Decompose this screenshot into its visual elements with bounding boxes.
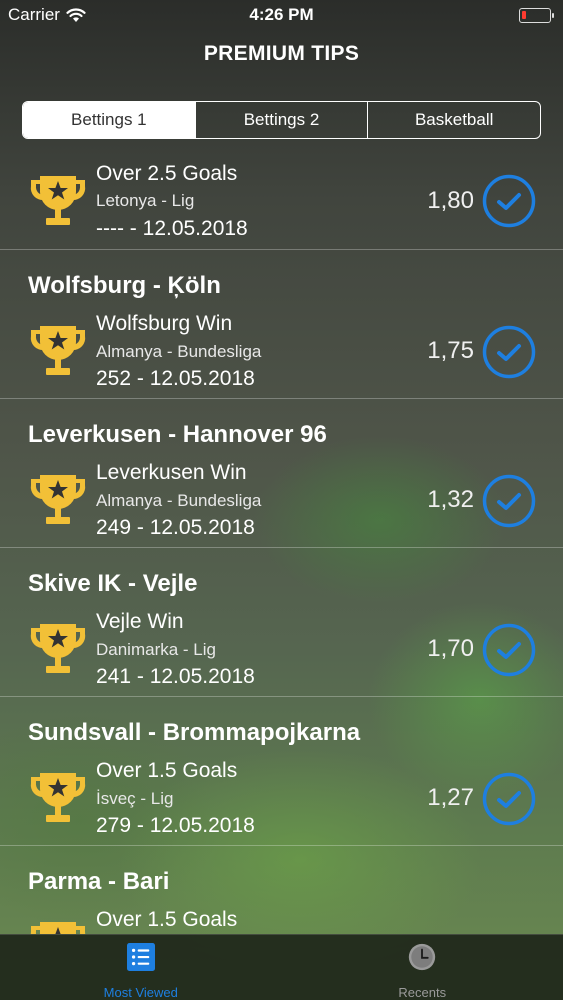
tip-league: Almanya - Bundesliga xyxy=(96,342,262,361)
tip-league: Danimarka - Lig xyxy=(96,640,216,659)
tip-league: İsveç - Lig xyxy=(96,789,174,808)
segment-bettings-1[interactable]: Bettings 1 xyxy=(23,102,196,138)
odds-value: 1,32 xyxy=(427,486,474,513)
trophy-icon xyxy=(30,326,86,375)
carrier-label: Carrier xyxy=(8,5,60,24)
tips-list[interactable]: Over 2.5 Goals Letonya - Lig ---- - 12.0… xyxy=(0,146,563,934)
list-item[interactable]: Leverkusen - Hannover 96 Leverkusen Win … xyxy=(0,399,563,548)
match-title: Sundsvall - Brommapojkarna xyxy=(28,719,361,746)
odds-value: 1,75 xyxy=(427,337,474,364)
trophy-icon xyxy=(30,624,86,673)
tab-recents[interactable]: Recents xyxy=(282,935,563,1000)
list-item[interactable]: Parma - Bari Over 1.5 Goals xyxy=(0,846,563,934)
trophy-icon xyxy=(30,176,86,225)
check-circle-icon[interactable] xyxy=(482,474,536,528)
tab-most-viewed[interactable]: Most Viewed xyxy=(0,935,282,1000)
tip-title: Over 1.5 Goals xyxy=(96,908,238,931)
check-circle-icon[interactable] xyxy=(482,174,536,228)
match-title: Skive IK - Vejle xyxy=(28,570,198,597)
trophy-icon xyxy=(30,475,86,524)
list-item[interactable]: Skive IK - Vejle Vejle Win Danimarka - L… xyxy=(0,548,563,697)
tip-date: ---- - 12.05.2018 xyxy=(96,217,248,240)
tip-date: 252 - 12.05.2018 xyxy=(96,367,255,390)
segment-basketball[interactable]: Basketball xyxy=(368,102,540,138)
match-title: Leverkusen - Hannover 96 xyxy=(28,421,327,448)
match-title: Wolfsburg - Ķöln xyxy=(28,272,221,299)
tip-title: Over 2.5 Goals xyxy=(96,162,238,185)
trophy-icon xyxy=(30,922,86,934)
tip-title: Leverkusen Win xyxy=(96,461,247,484)
list-item[interactable]: Over 2.5 Goals Letonya - Lig ---- - 12.0… xyxy=(0,146,563,250)
list-icon xyxy=(126,943,155,971)
match-title: Parma - Bari xyxy=(28,868,170,895)
segment-bettings-2[interactable]: Bettings 2 xyxy=(196,102,369,138)
status-bar: Carrier 4:26 PM xyxy=(0,0,563,30)
odds-value: 1,80 xyxy=(427,187,474,214)
segmented-control: Bettings 1 Bettings 2 Basketball xyxy=(22,101,541,139)
tip-date: 249 - 12.05.2018 xyxy=(96,516,255,539)
check-circle-icon[interactable] xyxy=(482,325,536,379)
tip-title: Over 1.5 Goals xyxy=(96,759,238,782)
status-left: Carrier xyxy=(8,5,86,25)
clock-icon xyxy=(409,943,436,971)
check-circle-icon[interactable] xyxy=(482,772,536,826)
battery-icon xyxy=(519,7,554,23)
tip-date: 279 - 12.05.2018 xyxy=(96,814,255,837)
tip-league: Almanya - Bundesliga xyxy=(96,491,262,510)
wifi-icon xyxy=(66,8,86,22)
trophy-icon xyxy=(30,773,86,822)
check-circle-icon[interactable] xyxy=(482,623,536,677)
list-item[interactable]: Sundsvall - Brommapojkarna Over 1.5 Goal… xyxy=(0,697,563,846)
odds-value: 1,27 xyxy=(427,784,474,811)
tip-title: Wolfsburg Win xyxy=(96,312,233,335)
tab-label: Most Viewed xyxy=(103,985,178,1000)
tip-date: 241 - 12.05.2018 xyxy=(96,665,255,688)
odds-value: 1,70 xyxy=(427,635,474,662)
list-item[interactable]: Wolfsburg - Ķöln Wolfsburg Win Almanya -… xyxy=(0,250,563,399)
tab-bar: Most Viewed Recents xyxy=(0,934,563,1000)
tab-label: Recents xyxy=(398,985,447,1000)
tip-title: Vejle Win xyxy=(96,610,184,633)
page-title: PREMIUM TIPS xyxy=(203,42,360,65)
tip-league: Letonya - Lig xyxy=(96,191,195,210)
